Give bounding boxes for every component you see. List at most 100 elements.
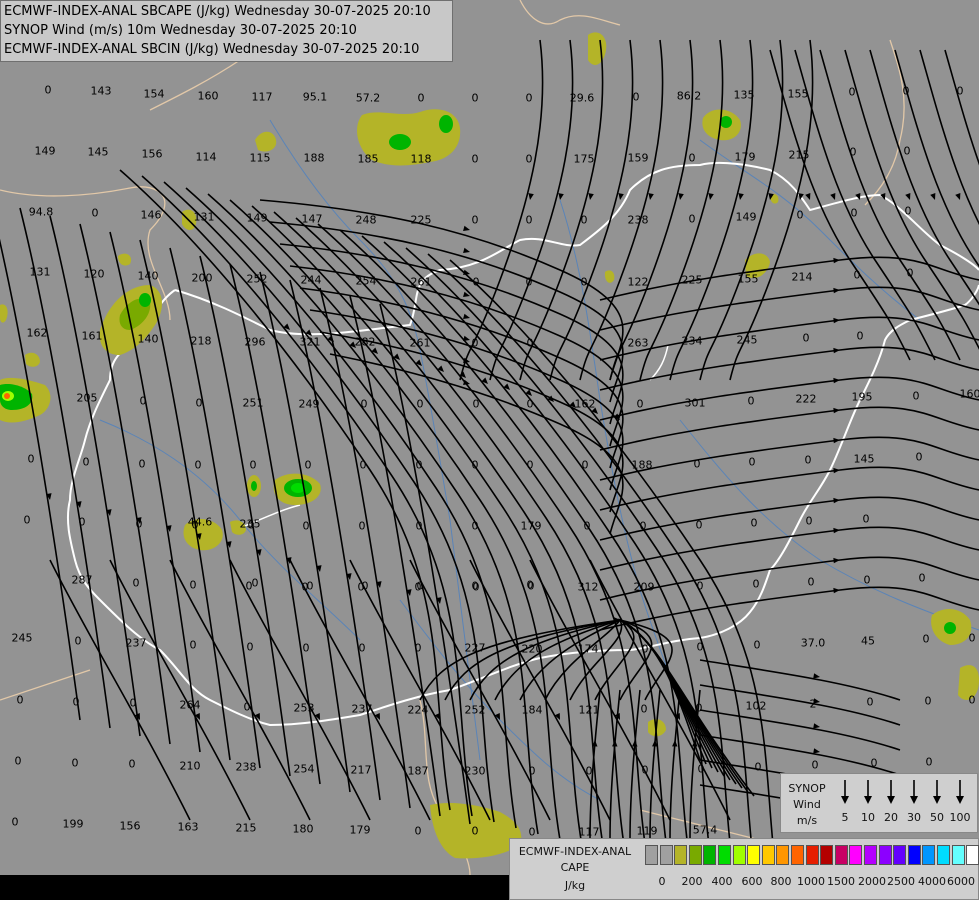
cin-value-label: 0 bbox=[23, 513, 31, 527]
cin-value-label: 0 bbox=[636, 397, 644, 411]
cape-color-swatch bbox=[922, 845, 936, 865]
cin-value-label: 0 bbox=[750, 516, 758, 530]
cin-value-label: 57.2 bbox=[355, 91, 381, 105]
cin-value-label: 0 bbox=[195, 396, 203, 410]
cin-value-label: 0 bbox=[358, 641, 366, 655]
cin-value-label: 114 bbox=[195, 150, 217, 164]
cape-color-swatch bbox=[732, 845, 746, 865]
cape-color-swatch bbox=[966, 845, 979, 865]
cin-value-label: 0 bbox=[72, 695, 80, 709]
cape-legend-subtitle: CAPE bbox=[560, 861, 590, 874]
cin-value-label: 0 bbox=[752, 577, 760, 591]
cin-value-label: 0 bbox=[249, 458, 257, 472]
cin-value-label: 0 bbox=[472, 275, 480, 289]
cape-tick-label: 4000 bbox=[918, 875, 946, 888]
cin-value-label: 37.0 bbox=[800, 636, 826, 650]
header-line-synop: SYNOP Wind (m/s) 10m Wednesday 30-07-202… bbox=[4, 23, 357, 38]
cin-value-label: 0 bbox=[639, 519, 647, 533]
cin-value-label: 199 bbox=[62, 817, 84, 831]
weather-map bbox=[0, 0, 979, 900]
header-line-cape: ECMWF-INDEX-ANAL SBCAPE (J/kg) Wednesday… bbox=[4, 4, 431, 19]
synop-wind-legend: SYNOP Wind m/s 5 10 20 30 50 100 bbox=[780, 773, 978, 833]
cin-value-label: 0 bbox=[912, 389, 920, 403]
cin-value-label: 261 bbox=[409, 336, 431, 350]
cin-value-label: 162 bbox=[574, 397, 596, 411]
wind-barb-icon bbox=[910, 780, 918, 804]
cape-color-swatch bbox=[878, 845, 892, 865]
cape-color-swatch bbox=[645, 845, 658, 865]
cin-value-label: 0 bbox=[528, 825, 536, 839]
cin-value-label: 140 bbox=[137, 332, 159, 346]
cape-color-swatch bbox=[674, 845, 688, 865]
cin-value-label: 162 bbox=[26, 326, 48, 340]
cin-value-label: 160 bbox=[959, 387, 979, 401]
cin-value-label: 160 bbox=[197, 89, 219, 103]
cin-value-label: 0 bbox=[581, 458, 589, 472]
cin-value-label: 0 bbox=[796, 208, 804, 222]
cin-value-label: 263 bbox=[627, 336, 649, 350]
cin-value-label: 0 bbox=[915, 450, 923, 464]
cin-value-label: 220 bbox=[521, 642, 543, 656]
cin-value-label: 245 bbox=[736, 333, 758, 347]
cin-value-label: 145 bbox=[87, 145, 109, 159]
cin-value-label: 44.6 bbox=[187, 515, 213, 529]
cin-value-label: 287 bbox=[71, 573, 93, 587]
cin-value-label: 149 bbox=[735, 210, 757, 224]
map-header: ECMWF-INDEX-ANAL SBCAPE (J/kg) Wednesday… bbox=[0, 0, 453, 62]
cin-value-label: 140 bbox=[137, 269, 159, 283]
cin-value-label: 0 bbox=[525, 213, 533, 227]
cin-value-label: 0 bbox=[956, 84, 964, 98]
cin-value-label: 0 bbox=[903, 144, 911, 158]
cin-value-label: 156 bbox=[119, 819, 141, 833]
cin-value-label: 155 bbox=[787, 87, 809, 101]
cin-value-label: 0 bbox=[906, 266, 914, 280]
cin-value-label: 0 bbox=[640, 702, 648, 716]
cin-value-label: 282 bbox=[354, 335, 376, 349]
cin-value-label: 252 bbox=[464, 703, 486, 717]
cin-value-label: 0 bbox=[525, 152, 533, 166]
cape-color-swatch bbox=[864, 845, 877, 865]
wind-barb-icon bbox=[864, 780, 872, 804]
cin-value-label: 0 bbox=[870, 756, 878, 770]
cin-value-label: 0 bbox=[358, 519, 366, 533]
cin-value-label: 0 bbox=[471, 458, 479, 472]
cin-value-label: 143 bbox=[90, 84, 112, 98]
cin-value-label: 45 bbox=[861, 634, 875, 648]
cape-color-swatch bbox=[805, 845, 819, 865]
cin-value-label: 0 bbox=[925, 755, 933, 769]
cin-value-label: 0 bbox=[16, 693, 24, 707]
cin-value-label: 0 bbox=[807, 575, 815, 589]
cin-value-label: 0 bbox=[357, 580, 365, 594]
cape-tick-label: 2000 bbox=[858, 875, 886, 888]
cin-value-label: 225 bbox=[410, 213, 432, 227]
cape-tick-label: 600 bbox=[741, 875, 763, 888]
cin-value-label: 0 bbox=[805, 514, 813, 528]
cin-value-label: 205 bbox=[76, 391, 98, 405]
wind-barb-icon bbox=[887, 780, 895, 804]
cin-value-label: 230 bbox=[464, 764, 486, 778]
cin-value-label: 122 bbox=[627, 275, 649, 289]
synop-legend-subtitle: Wind bbox=[793, 798, 821, 811]
cin-value-label: 0 bbox=[194, 458, 202, 472]
cin-value-label: 0 bbox=[246, 640, 254, 654]
cin-value-label: 0 bbox=[526, 397, 534, 411]
cin-value-label: 312 bbox=[577, 580, 599, 594]
cin-value-label: 0 bbox=[849, 145, 857, 159]
cin-value-label: 0 bbox=[359, 458, 367, 472]
cin-value-label: 0 bbox=[471, 91, 479, 105]
cape-tick-label: 800 bbox=[770, 875, 792, 888]
cape-color-swatch bbox=[937, 845, 950, 865]
cape-color-swatch bbox=[849, 845, 863, 865]
cin-value-label: 0 bbox=[251, 576, 259, 590]
cape-tick-label: 0 bbox=[658, 875, 666, 888]
wind-speed-label: 30 bbox=[907, 811, 921, 824]
cin-value-label: 179 bbox=[349, 823, 371, 837]
cin-value-label: 0 bbox=[862, 512, 870, 526]
cin-value-label: 0 bbox=[472, 580, 480, 594]
cape-color-swatch bbox=[834, 845, 848, 865]
cin-value-label: 0 bbox=[138, 457, 146, 471]
cin-value-label: 0 bbox=[688, 151, 696, 165]
cin-value-label: 131 bbox=[29, 265, 51, 279]
wind-speed-label: 100 bbox=[949, 811, 971, 824]
cin-value-label: 248 bbox=[355, 213, 377, 227]
